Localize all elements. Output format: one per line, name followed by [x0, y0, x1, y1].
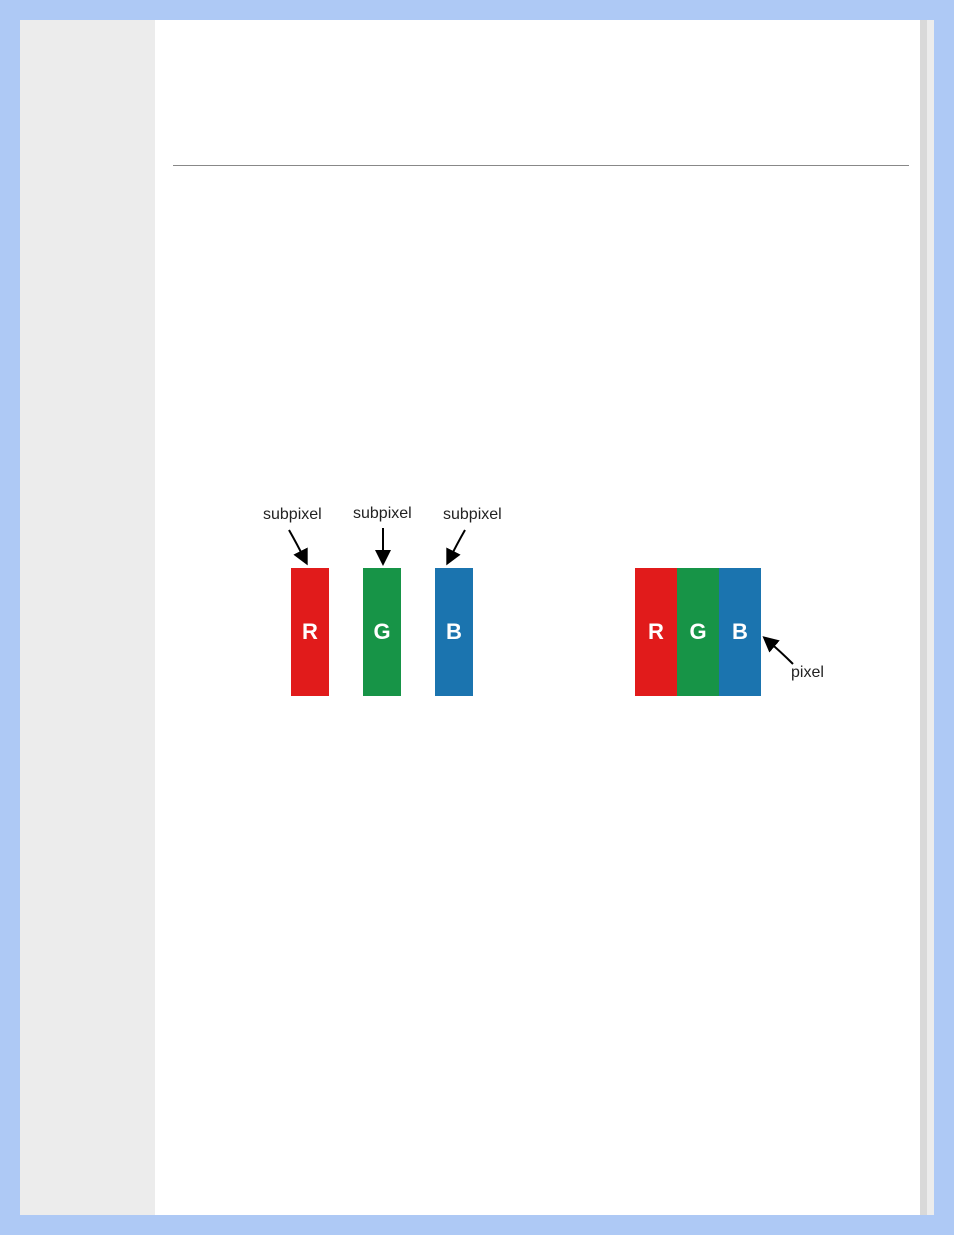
subpixel-label-b: subpixel — [443, 506, 502, 524]
combined-letter-r: R — [648, 619, 664, 645]
subpixel-label-r: subpixel — [263, 506, 322, 524]
arrow-icon — [373, 526, 393, 566]
subpixel-bar-b: B — [435, 568, 473, 696]
combined-seg-r: R — [635, 568, 677, 696]
subpixel-label-g: subpixel — [353, 505, 412, 523]
combined-pixel: R G B — [635, 568, 761, 696]
combined-letter-b: B — [732, 619, 748, 645]
arrow-icon — [285, 526, 315, 566]
combined-letter-g: G — [689, 619, 706, 645]
combined-seg-b: B — [719, 568, 761, 696]
app-frame: subpixel R subpixel — [20, 20, 934, 1215]
arrow-icon — [443, 526, 473, 566]
subpixel-letter-r: R — [302, 619, 318, 645]
rgb-subpixel-diagram: subpixel R subpixel — [155, 20, 927, 1215]
subpixel-bar-g: G — [363, 568, 401, 696]
subpixel-letter-g: G — [373, 619, 390, 645]
pixel-label: pixel — [791, 664, 824, 682]
subpixel-letter-b: B — [446, 619, 462, 645]
subpixel-bar-r: R — [291, 568, 329, 696]
combined-seg-g: G — [677, 568, 719, 696]
document-page: subpixel R subpixel — [155, 20, 927, 1215]
